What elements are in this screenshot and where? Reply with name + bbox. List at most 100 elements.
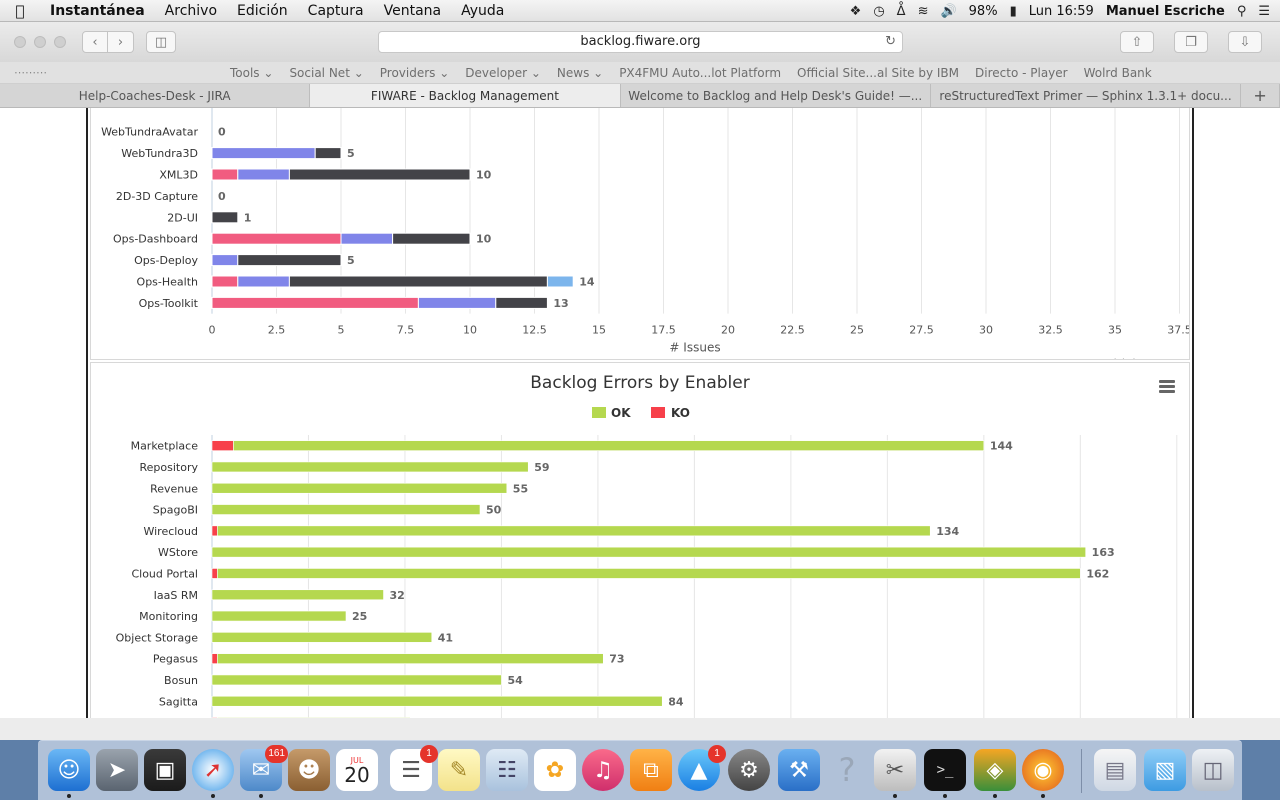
wifi-icon[interactable]: ≋ xyxy=(918,4,929,19)
terminal-icon[interactable]: >_ xyxy=(924,749,966,798)
category-label: Murano xyxy=(157,717,199,718)
x-tick-label: 10 xyxy=(463,324,477,337)
bar-total-label: 84 xyxy=(668,695,684,708)
minimize-window-button[interactable] xyxy=(34,36,46,48)
close-window-button[interactable] xyxy=(14,36,26,48)
ibooks-icon[interactable]: ⧉ xyxy=(630,749,672,791)
category-label: Repository xyxy=(140,461,199,474)
battery-icon[interactable]: ▮ xyxy=(1010,4,1017,19)
time-machine-icon[interactable]: ◷ xyxy=(873,4,884,19)
bookmark-news[interactable]: News ⌄ xyxy=(549,66,611,80)
user-name[interactable]: Manuel Escriche xyxy=(1106,4,1225,19)
grab-icon[interactable]: ✂ xyxy=(874,749,916,798)
bar-total-label: 50 xyxy=(486,504,502,517)
bar-total-label: 1 xyxy=(244,211,252,224)
bar-segment xyxy=(237,275,290,288)
xcode-icon[interactable]: ⚒ xyxy=(778,749,820,791)
safari-icon[interactable]: ➚ xyxy=(192,749,234,798)
bookmark-ibm[interactable]: Official Site...al Site by IBM xyxy=(789,66,967,80)
x-tick-label: 2.5 xyxy=(268,324,286,337)
category-label: SpagoBI xyxy=(153,504,198,517)
spotlight-search-icon[interactable]: ⚲ xyxy=(1237,4,1247,19)
bookmark-directo-player[interactable]: Directo - Player xyxy=(967,66,1076,80)
tab-overview-button[interactable]: ❐ xyxy=(1174,31,1208,53)
menu-captura[interactable]: Captura xyxy=(298,3,374,19)
firefox-icon[interactable]: ◉ xyxy=(1022,749,1064,798)
menu-ayuda[interactable]: Ayuda xyxy=(451,3,514,19)
new-tab-button[interactable]: + xyxy=(1241,84,1280,107)
trash-icon[interactable]: ◫ xyxy=(1192,749,1234,791)
preview-icon[interactable]: ☷ xyxy=(486,749,528,791)
bar-segment xyxy=(211,632,433,643)
issues-chart: 0 2.5 5 7.5 10 12.5 15 17.5 20 22.5 25 27.5 30 32.5 35… xyxy=(101,108,1192,369)
reminders-icon[interactable]: ☰ 1 xyxy=(390,745,438,791)
help-icon[interactable]: ? xyxy=(826,749,868,791)
category-label: Ops-Toolkit xyxy=(139,297,199,310)
downloads-folder-icon[interactable]: ▧ xyxy=(1144,749,1186,791)
contacts-icon[interactable]: ☻ xyxy=(288,749,330,791)
bar-total-label: 54 xyxy=(507,674,523,687)
notes-icon[interactable]: ✎ xyxy=(438,749,480,791)
bookmark-tools[interactable]: Tools ⌄ xyxy=(222,66,281,80)
bookmark-providers[interactable]: Providers ⌄ xyxy=(372,66,458,80)
bar-total-label: 0 xyxy=(218,190,226,203)
bookmark-world-bank[interactable]: Wolrd Bank xyxy=(1076,66,1160,80)
bluetooth-icon[interactable]: ᐂ xyxy=(897,4,906,19)
back-button[interactable]: ‹ xyxy=(82,31,108,53)
tab-sphinx-primer[interactable]: reStructuredText Primer — Sphinx 1.3.1+ … xyxy=(931,84,1242,107)
bookmark-social-net[interactable]: Social Net ⌄ xyxy=(281,66,371,80)
clock[interactable]: Lun 16:59 xyxy=(1029,4,1094,19)
bar-segment xyxy=(211,546,1086,558)
tab-bar: Help-Coaches-Desk - JIRA FIWARE - Backlo… xyxy=(0,84,1280,108)
launchpad-icon[interactable]: ➤ xyxy=(96,749,138,791)
category-label: Pegasus xyxy=(153,653,198,666)
tab-jira[interactable]: Help-Coaches-Desk - JIRA xyxy=(0,84,311,107)
finder-icon[interactable]: ☺ xyxy=(48,749,90,798)
photos-icon[interactable]: ✿ xyxy=(534,749,576,791)
reminders-badge: 1 xyxy=(420,745,438,763)
x-tick-label: 37.5 xyxy=(1167,324,1189,337)
errors-chart-panel: Backlog Errors by Enabler OK KO Marketplace… xyxy=(90,362,1190,718)
bookmark-px4fmu[interactable]: PX4FMU Auto...lot Platform xyxy=(611,66,789,80)
mail-icon[interactable]: ✉ 161 xyxy=(240,745,288,798)
tab-backlog-management[interactable]: FIWARE - Backlog Management xyxy=(310,84,621,107)
category-label: WStore xyxy=(158,546,198,559)
bookmark-developer[interactable]: Developer ⌄ xyxy=(457,66,549,80)
menu-ventana[interactable]: Ventana xyxy=(374,3,452,19)
app-menu[interactable]: Instantánea xyxy=(40,3,155,19)
volume-icon[interactable]: 🔊 xyxy=(940,4,956,19)
bar-total-label: 5 xyxy=(347,147,355,160)
documents-stack-icon[interactable]: ▤ xyxy=(1094,749,1136,791)
app-store-icon[interactable]: ▲ 1 xyxy=(678,745,726,791)
photo-booth-icon[interactable]: ▣ xyxy=(144,749,186,791)
notification-center-icon[interactable]: ☰ xyxy=(1258,4,1270,19)
menu-archivo[interactable]: Archivo xyxy=(155,3,227,19)
category-label: Ops-Deploy xyxy=(134,254,198,267)
forward-button[interactable]: › xyxy=(108,31,134,53)
bar-total-label: 14 xyxy=(579,276,595,289)
share-button[interactable]: ⇧ xyxy=(1120,31,1154,53)
reload-icon[interactable]: ↻ xyxy=(885,32,896,52)
bar-total-label: 41 xyxy=(438,631,453,644)
dropbox-icon[interactable]: ❖ xyxy=(850,4,862,19)
bar-segment xyxy=(217,568,1081,579)
system-preferences-icon[interactable]: ⚙ xyxy=(728,749,770,791)
apple-menu-icon[interactable]:  xyxy=(0,2,40,20)
dock-separator xyxy=(1081,749,1082,793)
zoom-window-button[interactable] xyxy=(54,36,66,48)
calendar-icon[interactable]: JUL 20 xyxy=(336,749,378,791)
bar-segment xyxy=(211,525,218,537)
top-sites-grid-icon[interactable]: ⋯⋯⋯ xyxy=(14,66,222,79)
bar-segment xyxy=(211,275,239,288)
menu-bar:  Instantánea Archivo Edición Captura Ve… xyxy=(0,0,1280,22)
category-label: 2D-3D Capture xyxy=(116,190,198,203)
menu-edicion[interactable]: Edición xyxy=(227,3,298,19)
tab-backlog-guide[interactable]: Welcome to Backlog and Help Desk's Guide… xyxy=(621,84,931,107)
pycharm-icon[interactable]: ◈ xyxy=(974,749,1016,798)
x-tick-label: 15 xyxy=(592,324,606,337)
itunes-icon[interactable]: ♫ xyxy=(582,749,624,791)
address-bar[interactable]: backlog.fiware.org ↻ xyxy=(378,31,903,53)
downloads-button[interactable]: ⇩ xyxy=(1228,31,1262,53)
bar-segment xyxy=(211,296,419,309)
sidebar-toggle-button[interactable]: ◫ xyxy=(146,31,176,53)
